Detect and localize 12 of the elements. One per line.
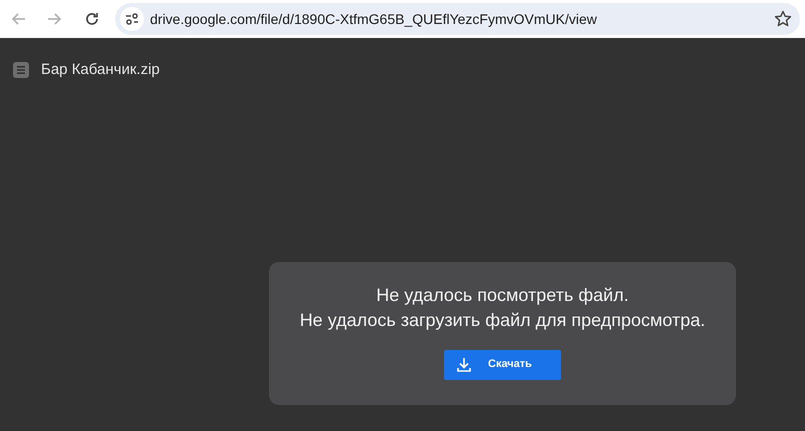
- file-icon: [12, 61, 30, 80]
- address-bar[interactable]: drive.google.com/file/d/1890C-XtfmG65B_QUEflYezcFymvOVmUK/view: [115, 3, 800, 35]
- file-title: Бар Кабанчик.zip: [41, 60, 160, 80]
- back-icon: [10, 11, 26, 27]
- forward-icon: [47, 11, 63, 27]
- site-settings-icon[interactable]: [120, 7, 144, 31]
- error-message: Не удалось посмотреть файл.: [375, 284, 630, 307]
- download-icon: [456, 356, 472, 372]
- error-message: Не удалось загрузить файл для предпросмотра.: [300, 308, 706, 332]
- reload-icon: [84, 11, 100, 27]
- bookmark-star-icon[interactable]: [774, 10, 792, 28]
- download-button[interactable]: Скачать: [444, 350, 561, 380]
